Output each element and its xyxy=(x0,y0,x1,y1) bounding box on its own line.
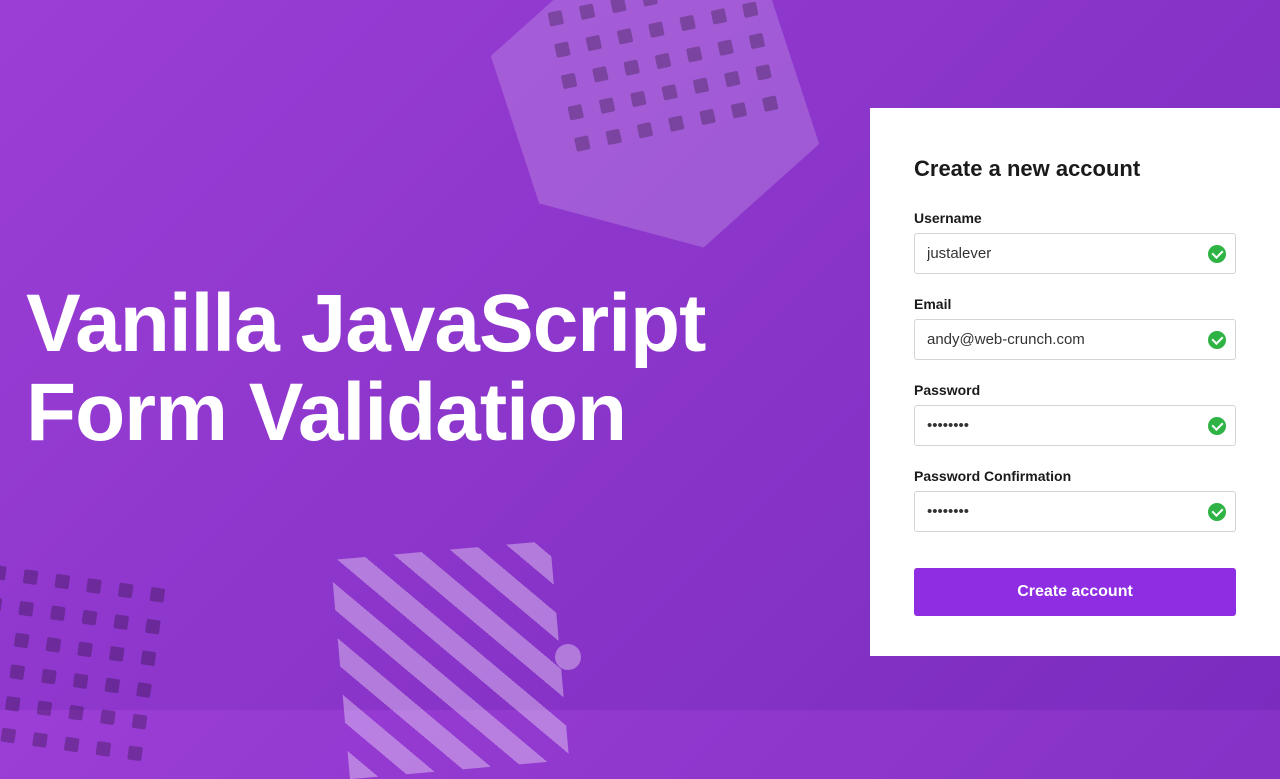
decorative-dots-bottom xyxy=(0,565,165,762)
password-confirm-label: Password Confirmation xyxy=(914,468,1236,484)
check-circle-icon xyxy=(1208,417,1226,435)
form-group-email: Email xyxy=(914,296,1236,360)
form-group-password-confirm: Password Confirmation xyxy=(914,468,1236,532)
decorative-stripes xyxy=(331,541,569,779)
check-circle-icon xyxy=(1208,503,1226,521)
password-input-wrapper xyxy=(914,405,1236,446)
form-group-username: Username xyxy=(914,210,1236,274)
username-input-wrapper xyxy=(914,233,1236,274)
form-heading: Create a new account xyxy=(914,156,1236,182)
email-input-wrapper xyxy=(914,319,1236,360)
create-account-button[interactable]: Create account xyxy=(914,568,1236,616)
password-label: Password xyxy=(914,382,1236,398)
email-input[interactable] xyxy=(914,319,1236,360)
password-confirm-input[interactable] xyxy=(914,491,1236,532)
hero-title: Vanilla JavaScript Form Validation xyxy=(26,280,705,457)
hero-title-line2: Form Validation xyxy=(26,367,626,458)
check-circle-icon xyxy=(1208,331,1226,349)
decorative-circle xyxy=(555,644,581,670)
check-circle-icon xyxy=(1208,245,1226,263)
password-input[interactable] xyxy=(914,405,1236,446)
hero-title-line1: Vanilla JavaScript xyxy=(26,278,705,369)
form-group-password: Password xyxy=(914,382,1236,446)
password-confirm-input-wrapper xyxy=(914,491,1236,532)
username-label: Username xyxy=(914,210,1236,226)
username-input[interactable] xyxy=(914,233,1236,274)
email-label: Email xyxy=(914,296,1236,312)
signup-card: Create a new account Username Email Pass… xyxy=(870,108,1280,656)
